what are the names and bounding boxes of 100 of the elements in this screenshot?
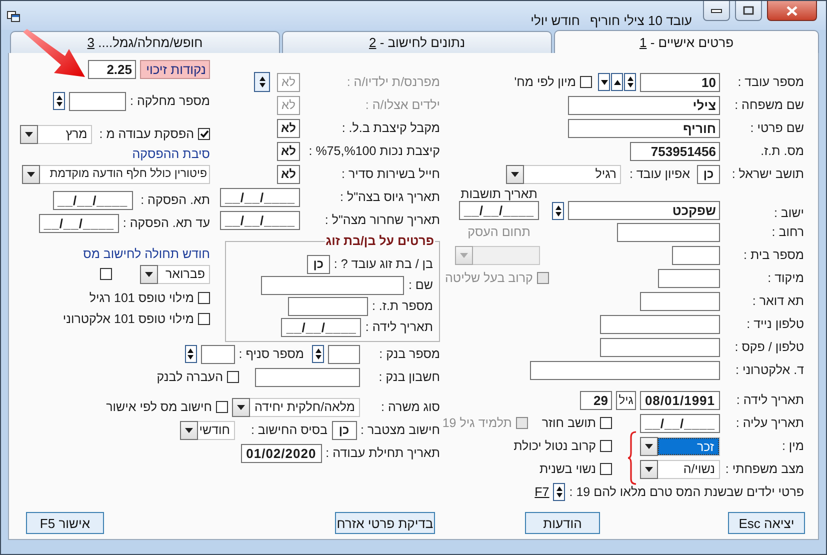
minimize-button[interactable]	[703, 1, 730, 21]
caret-icon	[460, 252, 468, 258]
input-field[interactable]: חוריף	[568, 118, 720, 138]
toggle-field[interactable]: לא	[277, 118, 300, 138]
toggle-field[interactable]: לא	[277, 164, 300, 184]
date-field[interactable]: __/__/____	[640, 414, 720, 432]
input-field[interactable]	[640, 292, 720, 310]
field-label: קיצבת נכות %100,%75 :	[308, 144, 440, 158]
field-label: פרטי ילדים שבשנת המס טרם מלאו להם 19 :	[569, 485, 804, 499]
input-field[interactable]: 753951456	[630, 142, 720, 160]
input-field[interactable]	[617, 222, 720, 242]
input-field[interactable]	[255, 368, 360, 386]
field-label: מספר בנק :	[378, 347, 440, 361]
dropdown[interactable]: מלאה/חלקית יחידה	[232, 398, 360, 416]
input-field[interactable]	[261, 276, 404, 294]
field-label: שם :	[408, 278, 433, 292]
input-field[interactable]	[672, 246, 720, 264]
date-field[interactable]: 01/02/2020	[240, 444, 322, 462]
input-field[interactable]	[69, 92, 126, 110]
down-button[interactable]	[598, 73, 610, 91]
section-caption: חודש תחולה לחישוב מס	[83, 247, 210, 261]
field-label: חישוב מצטבר :	[360, 423, 440, 437]
input-field[interactable]: 2.25	[88, 60, 136, 78]
field-label: מקבל קיצבת ב.ל. :	[340, 121, 440, 135]
date-field[interactable]: __/__/____	[281, 318, 362, 336]
dropdown[interactable]: מרץ	[20, 124, 92, 144]
spin-button[interactable]	[553, 483, 566, 501]
checkbox[interactable]	[600, 440, 612, 452]
checkbox-label: תושב חוזר	[542, 416, 596, 430]
toggle-field[interactable]: כן	[697, 164, 720, 184]
dropdown[interactable]: פברואר	[140, 264, 210, 284]
input-field[interactable]: 10	[640, 72, 720, 92]
date-field[interactable]: __/__/____	[220, 188, 300, 206]
checkbox[interactable]	[198, 313, 210, 325]
input-field[interactable]: שפקכט	[568, 201, 720, 220]
checkbox-label: מילוי טופס 101 אלקטרוני	[62, 312, 194, 326]
dropdown[interactable]: חודשי	[180, 420, 235, 440]
dropdown[interactable]: פיטורין כולל חלף הודעה מוקדמת	[22, 164, 210, 184]
input-field[interactable]	[530, 360, 720, 380]
input-field[interactable]	[600, 338, 720, 356]
check-icon	[200, 130, 208, 138]
dropdown[interactable]: זכר	[640, 436, 720, 456]
action-button[interactable]: יציאה Esc	[728, 512, 805, 534]
input-field[interactable]: 29	[580, 390, 612, 410]
field-label: חשבון בנק :	[378, 370, 440, 384]
input-field[interactable]	[600, 314, 720, 334]
group-title: פרטים על בן/בת זוג	[324, 234, 435, 248]
checkbox[interactable]	[100, 268, 112, 280]
checkbox[interactable]	[198, 292, 210, 304]
up-button[interactable]	[611, 73, 623, 91]
checkbox[interactable]	[227, 371, 239, 383]
field-label: תאריך עליה :	[734, 416, 804, 430]
spin-button[interactable]	[552, 202, 564, 220]
date-field[interactable]: __/__/____	[38, 214, 119, 232]
field-label: מיקוד :	[766, 271, 804, 285]
checkbox[interactable]	[216, 401, 228, 413]
spin-button[interactable]	[184, 345, 197, 363]
maximize-button[interactable]	[735, 1, 762, 21]
up-triangle-icon	[614, 80, 620, 84]
field-label: רחוב :	[770, 225, 804, 239]
caret-icon	[237, 404, 245, 410]
action-button[interactable]: הודעות	[525, 512, 600, 534]
field-label: אפיון עובד :	[629, 167, 690, 181]
dropdown[interactable]: נשוי/ה	[640, 460, 720, 478]
checkbox-label: קרוב נטול יכולת	[514, 439, 596, 453]
field-label: תאריך לידה :	[735, 393, 804, 407]
spin-button[interactable]	[53, 92, 65, 110]
input-field[interactable]	[328, 344, 360, 364]
field-label: תושב ישראל :	[730, 167, 804, 181]
action-button[interactable]: בדיקת פרטי אזרח	[335, 512, 435, 534]
input-field[interactable]: צילי	[568, 96, 720, 114]
field-label: תא. הפסקה :	[140, 193, 210, 207]
field-label: בסיס החישוב :	[250, 423, 328, 437]
date-field[interactable]: __/__/____	[220, 210, 300, 230]
checkbox[interactable]	[580, 76, 592, 88]
input-field[interactable]	[288, 296, 368, 316]
action-button[interactable]: אישור F5	[26, 512, 104, 534]
checkbox[interactable]	[198, 128, 210, 140]
checkbox[interactable]	[600, 417, 612, 429]
shortcut-link[interactable]: F7	[534, 485, 550, 499]
toggle-field[interactable]: כן	[306, 254, 330, 274]
date-field[interactable]: __/__/____	[52, 190, 133, 210]
checkbox-label: הפסקת עבודה מ :	[99, 127, 194, 141]
input-field[interactable]	[200, 344, 235, 364]
curly-brace	[627, 431, 637, 485]
date-field[interactable]: 08/01/1991	[640, 390, 720, 410]
checkbox-label: מיון לפי מח'	[514, 75, 576, 89]
spin-button[interactable]	[254, 72, 270, 92]
toggle-field[interactable]: כן	[332, 420, 357, 440]
spin-button[interactable]	[312, 345, 324, 363]
field-label: תאריך תחילת עבודה :	[326, 446, 440, 460]
close-button[interactable]	[767, 1, 817, 21]
input-field[interactable]	[658, 268, 720, 288]
toggle-field[interactable]: לא	[277, 142, 300, 160]
app-icon	[7, 11, 20, 22]
dropdown[interactable]: רגיל	[506, 164, 622, 184]
spin-button[interactable]	[624, 73, 636, 91]
checkbox[interactable]	[600, 463, 612, 475]
age-label: גיל	[616, 390, 636, 410]
date-field[interactable]: __/__/____	[459, 201, 539, 220]
